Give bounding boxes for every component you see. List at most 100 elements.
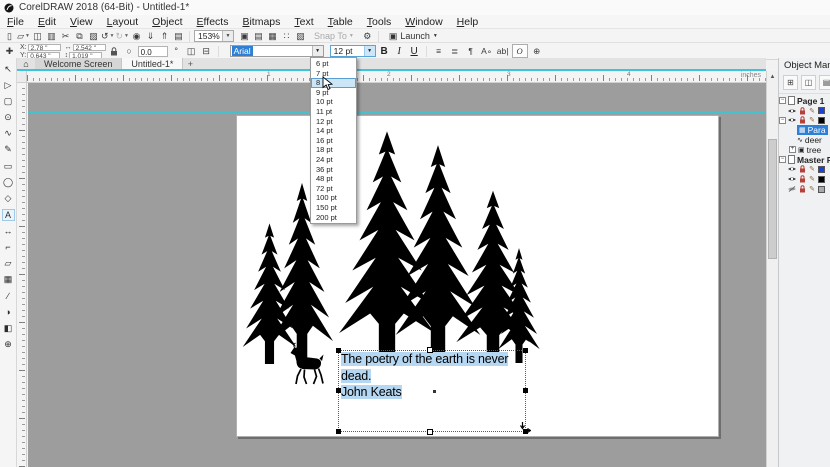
more-tools-button[interactable]: ⊕ [2, 338, 15, 350]
no-outline-button[interactable]: O [512, 44, 528, 58]
text-tool[interactable]: A [2, 209, 15, 221]
mirror-vertical-button[interactable]: ⊟ [200, 45, 213, 57]
vertical-ruler[interactable] [17, 83, 27, 467]
import-button[interactable]: ⇓▼ [144, 30, 157, 42]
lock-ratio-button[interactable] [108, 45, 121, 57]
font-list-combo[interactable]: Arial ▼ [230, 45, 324, 57]
edit-text-button[interactable]: ab| [496, 45, 510, 57]
x-position-field[interactable]: 2.78 " [28, 44, 61, 51]
text-fit-indicator-icon[interactable] [519, 421, 531, 433]
interactive-fill-tool[interactable]: ◑ [2, 306, 15, 318]
new-layer-button[interactable]: ⊞ [783, 75, 798, 90]
visibility-eye-icon[interactable] [788, 166, 796, 172]
transparency-tool[interactable]: ▦ [2, 273, 15, 285]
menu-item[interactable]: Text [287, 16, 320, 28]
color-eyedropper-tool[interactable]: ∕ [2, 290, 15, 302]
selection-handle[interactable] [523, 348, 528, 353]
font-size-option[interactable]: 36 pt [311, 165, 356, 175]
edit-pencil-icon[interactable]: ✎ [808, 175, 816, 183]
lock-icon[interactable] [798, 116, 806, 124]
font-size-option[interactable]: 16 pt [311, 136, 356, 146]
font-size-option[interactable]: 12 pt [311, 117, 356, 127]
layer-color-swatch[interactable] [818, 117, 825, 124]
customize-toolbar-button[interactable]: ⊕ [530, 45, 544, 57]
snap-settings-button[interactable]: ∷ [280, 30, 293, 42]
paragraph-text-frame[interactable]: The poetry of the earth is neverdead.Joh… [338, 350, 526, 432]
zoom-caret-icon[interactable]: ▼ [222, 31, 233, 41]
visibility-eye-icon[interactable] [788, 176, 796, 182]
ellipse-tool[interactable]: ◯ [2, 176, 15, 188]
drawing-workspace[interactable]: The poetry of the earth is neverdead.Joh… [28, 83, 766, 467]
copy-button[interactable]: ⧉▼ [73, 30, 86, 42]
home-icon[interactable]: ⌂ [17, 58, 35, 69]
menu-item[interactable]: View [63, 16, 100, 28]
font-size-option[interactable]: 72 pt [311, 184, 356, 194]
pine-trees-artwork[interactable] [241, 129, 546, 369]
selection-handle[interactable] [336, 429, 341, 434]
save-button[interactable]: ◫▼ [31, 30, 44, 42]
artistic-media-tool[interactable]: ✎ [2, 144, 15, 156]
font-size-option[interactable]: 8 pt [311, 78, 356, 88]
expand-collapse-icon[interactable]: − [779, 97, 786, 104]
publish-pdf-button[interactable]: ▤▼ [172, 30, 185, 42]
show-object-properties-button[interactable]: ◫ [801, 75, 816, 90]
object-manager-row[interactable]: − ✎ Master Pag [779, 155, 830, 165]
visibility-eye-icon[interactable] [788, 117, 796, 123]
font-size-option[interactable]: 11 pt [311, 107, 356, 117]
bulleted-list-button[interactable]: ≣ [448, 45, 462, 57]
font-size-option[interactable]: 9 pt [311, 88, 356, 98]
italic-button[interactable]: I [393, 45, 406, 57]
text-alignment-button[interactable]: ≡ [432, 45, 446, 57]
parallel-dimension-tool[interactable]: ↔ [2, 225, 15, 237]
zoom-level-combo[interactable]: 153% ▼ [194, 30, 234, 42]
menu-item[interactable]: Help [450, 16, 486, 28]
expand-collapse-icon[interactable]: + [789, 146, 796, 153]
edit-pencil-icon[interactable]: ✎ [808, 116, 816, 124]
font-size-caret-icon[interactable]: ▼ [364, 46, 375, 56]
object-manager-row[interactable]: ✎ [779, 165, 830, 175]
text-flow-tab-bottom[interactable] [427, 429, 433, 435]
undo-button[interactable]: ↺▼ [101, 30, 115, 42]
object-manager-row[interactable]: ✎ ▦ Para [779, 125, 830, 135]
edit-pencil-icon[interactable]: ✎ [808, 165, 816, 173]
vertical-scrollbar[interactable]: ▲ [766, 71, 778, 467]
pick-tool[interactable]: ↖ [2, 63, 15, 75]
zoom-tool[interactable]: ⊙ [2, 112, 15, 124]
menu-item[interactable]: Layout [100, 16, 146, 28]
object-label[interactable]: tree [807, 145, 822, 155]
object-manager-row[interactable]: ✎ [779, 184, 830, 194]
menu-item[interactable]: Tools [360, 16, 399, 28]
object-manager-row[interactable]: + ✎ ▣ tree [779, 145, 830, 155]
font-size-option[interactable]: 48 pt [311, 174, 356, 184]
options-button[interactable]: ⚙ [361, 30, 374, 42]
object-manager-row[interactable]: − ✎ Page 1 [779, 96, 830, 106]
deer-artwork[interactable] [282, 341, 326, 385]
object-width-field[interactable]: 2.542 " [73, 44, 106, 51]
menu-item[interactable]: Table [321, 16, 360, 28]
quote-text[interactable]: The poetry of the earth is neverdead.Joh… [339, 351, 525, 401]
underline-button[interactable]: U [408, 45, 421, 57]
font-size-option[interactable]: 24 pt [311, 155, 356, 165]
document-page[interactable]: The poetry of the earth is neverdead.Joh… [236, 115, 719, 437]
selection-handle[interactable] [336, 348, 341, 353]
lock-icon[interactable] [798, 175, 806, 183]
search-content-button[interactable]: ◉▼ [130, 30, 143, 42]
selection-handle[interactable] [336, 388, 341, 393]
font-size-option[interactable]: 18 pt [311, 145, 356, 155]
document-tab[interactable]: Untitled-1* [122, 58, 183, 69]
open-button[interactable]: ▱▼ [17, 30, 30, 42]
export-button[interactable]: ⇑▼ [158, 30, 171, 42]
object-manager-row[interactable]: ✎ [779, 174, 830, 184]
connector-tool[interactable]: ⌐ [2, 241, 15, 253]
layer-color-swatch[interactable] [818, 107, 825, 114]
polygon-tool[interactable]: ◇ [2, 193, 15, 205]
layer-color-swatch[interactable] [818, 166, 825, 173]
new-tab-button[interactable]: + [183, 58, 197, 69]
character-formatting-button[interactable]: A∘ [480, 45, 494, 57]
edit-pencil-icon[interactable]: ✎ [808, 185, 816, 193]
menu-item[interactable]: Effects [190, 16, 236, 28]
show-rulers-button[interactable]: ▤ [252, 30, 265, 42]
show-grid-button[interactable]: ▦ [266, 30, 279, 42]
launch-button[interactable]: ▣ Launch ▼ [389, 31, 438, 42]
drop-shadow-tool[interactable]: ▱ [2, 257, 15, 269]
